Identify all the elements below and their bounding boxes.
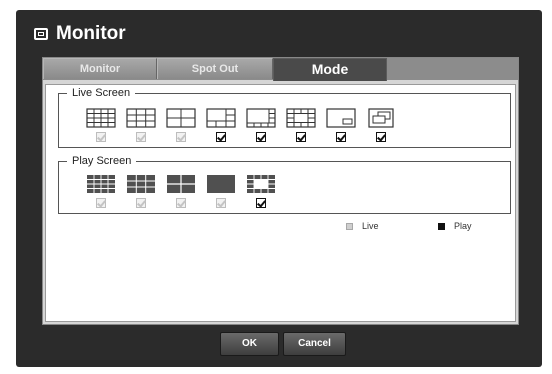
play-layout-13 bbox=[241, 174, 281, 208]
settings-panel: Monitor Spot Out Mode Live Screen Play S… bbox=[42, 57, 519, 325]
legend-live-swatch bbox=[346, 222, 353, 230]
window-title-bar: Monitor bbox=[34, 21, 126, 47]
play-split-16-icon bbox=[87, 175, 115, 193]
live-layout-8 bbox=[241, 108, 281, 142]
mode-content: Live Screen Play Screen Live Play bbox=[45, 84, 516, 322]
live-layout-sequence bbox=[361, 108, 401, 142]
live-layout-16 bbox=[81, 108, 121, 142]
play-layout-single bbox=[201, 174, 241, 208]
play-layout-9-checkbox bbox=[136, 198, 146, 208]
play-layout-9 bbox=[121, 174, 161, 208]
live-screen-label: Live Screen bbox=[67, 86, 136, 100]
live-layout-pip bbox=[321, 108, 361, 142]
live-layout-9 bbox=[121, 108, 161, 142]
play-single-icon bbox=[207, 175, 235, 193]
live-layout-sequence-checkbox[interactable] bbox=[376, 132, 386, 142]
play-layout-13-checkbox[interactable] bbox=[256, 198, 266, 208]
play-screen-group: Play Screen bbox=[58, 154, 511, 214]
play-split-9-icon bbox=[127, 175, 155, 193]
live-layout-4 bbox=[161, 108, 201, 142]
split-8-icon bbox=[246, 108, 276, 128]
play-layout-16 bbox=[81, 174, 121, 208]
legend-live: Live bbox=[346, 221, 379, 231]
live-layout-8-checkbox[interactable] bbox=[256, 132, 266, 142]
legend-play-label: Play bbox=[454, 221, 472, 231]
legend-play-swatch bbox=[438, 222, 445, 230]
split-9-icon bbox=[126, 108, 156, 128]
window-title: Monitor bbox=[56, 23, 126, 44]
live-layout-4-checkbox bbox=[176, 132, 186, 142]
live-screen-group: Live Screen bbox=[58, 86, 511, 148]
play-split-13-icon bbox=[247, 175, 275, 193]
play-split-4-icon bbox=[167, 175, 195, 193]
live-layout-13-checkbox[interactable] bbox=[296, 132, 306, 142]
cancel-button[interactable]: Cancel bbox=[283, 332, 346, 356]
play-screen-label: Play Screen bbox=[67, 154, 137, 168]
play-layout-16-checkbox bbox=[96, 198, 106, 208]
live-layout-13 bbox=[281, 108, 321, 142]
sequence-icon bbox=[368, 108, 394, 128]
tab-monitor[interactable]: Monitor bbox=[43, 58, 157, 79]
tab-spot-out[interactable]: Spot Out bbox=[157, 58, 273, 79]
live-layout-6-checkbox[interactable] bbox=[216, 132, 226, 142]
legend-live-label: Live bbox=[362, 221, 379, 231]
play-layout-4 bbox=[161, 174, 201, 208]
pip-icon bbox=[326, 108, 356, 128]
live-layout-16-checkbox bbox=[96, 132, 106, 142]
monitor-icon bbox=[34, 28, 48, 40]
tab-bar: Monitor Spot Out Mode bbox=[43, 58, 518, 81]
ok-button[interactable]: OK bbox=[220, 332, 279, 356]
play-layout-4-checkbox bbox=[176, 198, 186, 208]
split-4-icon bbox=[166, 108, 196, 128]
live-layout-list bbox=[81, 108, 401, 142]
play-layout-list bbox=[81, 174, 281, 208]
play-layout-single-checkbox bbox=[216, 198, 226, 208]
live-layout-9-checkbox bbox=[136, 132, 146, 142]
split-6-icon bbox=[206, 108, 236, 128]
monitor-dialog: Monitor Monitor Spot Out Mode Live Scree… bbox=[16, 10, 542, 367]
tab-mode[interactable]: Mode bbox=[273, 58, 387, 81]
legend-play: Play bbox=[438, 221, 472, 231]
live-layout-6 bbox=[201, 108, 241, 142]
live-layout-pip-checkbox[interactable] bbox=[336, 132, 346, 142]
split-16-icon bbox=[86, 108, 116, 128]
split-13-icon bbox=[286, 108, 316, 128]
